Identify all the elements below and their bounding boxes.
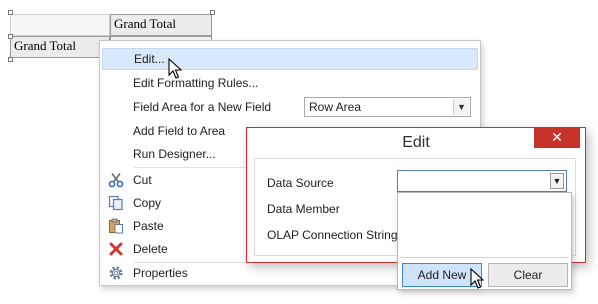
paste-icon bbox=[109, 218, 123, 234]
menu-item-label: Edit... bbox=[134, 52, 165, 66]
delete-icon bbox=[109, 242, 123, 256]
menu-item-label: Copy bbox=[133, 196, 162, 210]
menu-item-label: Delete bbox=[133, 242, 168, 256]
mouse-cursor-icon bbox=[470, 268, 484, 289]
menu-item-edit[interactable]: Edit... bbox=[102, 48, 478, 70]
pivot-empty-corner bbox=[10, 14, 110, 36]
menu-item-label: Paste bbox=[133, 219, 164, 233]
data-source-select[interactable]: ▼ bbox=[397, 170, 567, 192]
field-area-select[interactable]: Row Area ▼ bbox=[304, 97, 471, 117]
menu-item-label: Edit Formatting Rules... bbox=[133, 76, 259, 90]
selection-handle[interactable] bbox=[210, 10, 215, 15]
close-button[interactable]: ✕ bbox=[534, 128, 580, 148]
data-source-dropdown: Add New Clear bbox=[397, 192, 572, 290]
data-source-label: Data Source bbox=[267, 176, 334, 190]
pivot-column-grand-total[interactable]: Grand Total bbox=[110, 14, 212, 36]
clear-button[interactable]: Clear bbox=[488, 263, 568, 287]
chevron-down-icon[interactable]: ▼ bbox=[453, 99, 469, 115]
selection-handle[interactable] bbox=[8, 34, 13, 39]
menu-item-label: Cut bbox=[133, 173, 152, 187]
menu-item-label: Field Area for a New Field bbox=[133, 100, 272, 114]
menu-item-label: Properties bbox=[133, 266, 188, 280]
menu-item-label: Add Field to Area bbox=[133, 124, 226, 138]
pivot-row-grand-total[interactable]: Grand Total bbox=[10, 36, 110, 58]
data-source-list[interactable] bbox=[400, 195, 569, 255]
menu-item-edit-formatting-rules[interactable]: Edit Formatting Rules... bbox=[102, 72, 478, 94]
chevron-down-icon[interactable]: ▼ bbox=[550, 173, 564, 189]
mouse-cursor-icon bbox=[168, 58, 182, 79]
selection-handle[interactable] bbox=[8, 10, 13, 15]
copy-icon bbox=[108, 195, 123, 211]
data-member-label: Data Member bbox=[267, 202, 340, 216]
scissors-icon bbox=[108, 173, 124, 188]
olap-connection-string-label: OLAP Connection String bbox=[267, 228, 398, 242]
close-icon: ✕ bbox=[551, 129, 563, 145]
dropdown-separator bbox=[400, 257, 569, 258]
selection-handle[interactable] bbox=[8, 57, 13, 62]
gear-icon bbox=[109, 266, 123, 280]
menu-item-label: Run Designer... bbox=[133, 147, 216, 161]
field-area-value: Row Area bbox=[309, 100, 362, 114]
